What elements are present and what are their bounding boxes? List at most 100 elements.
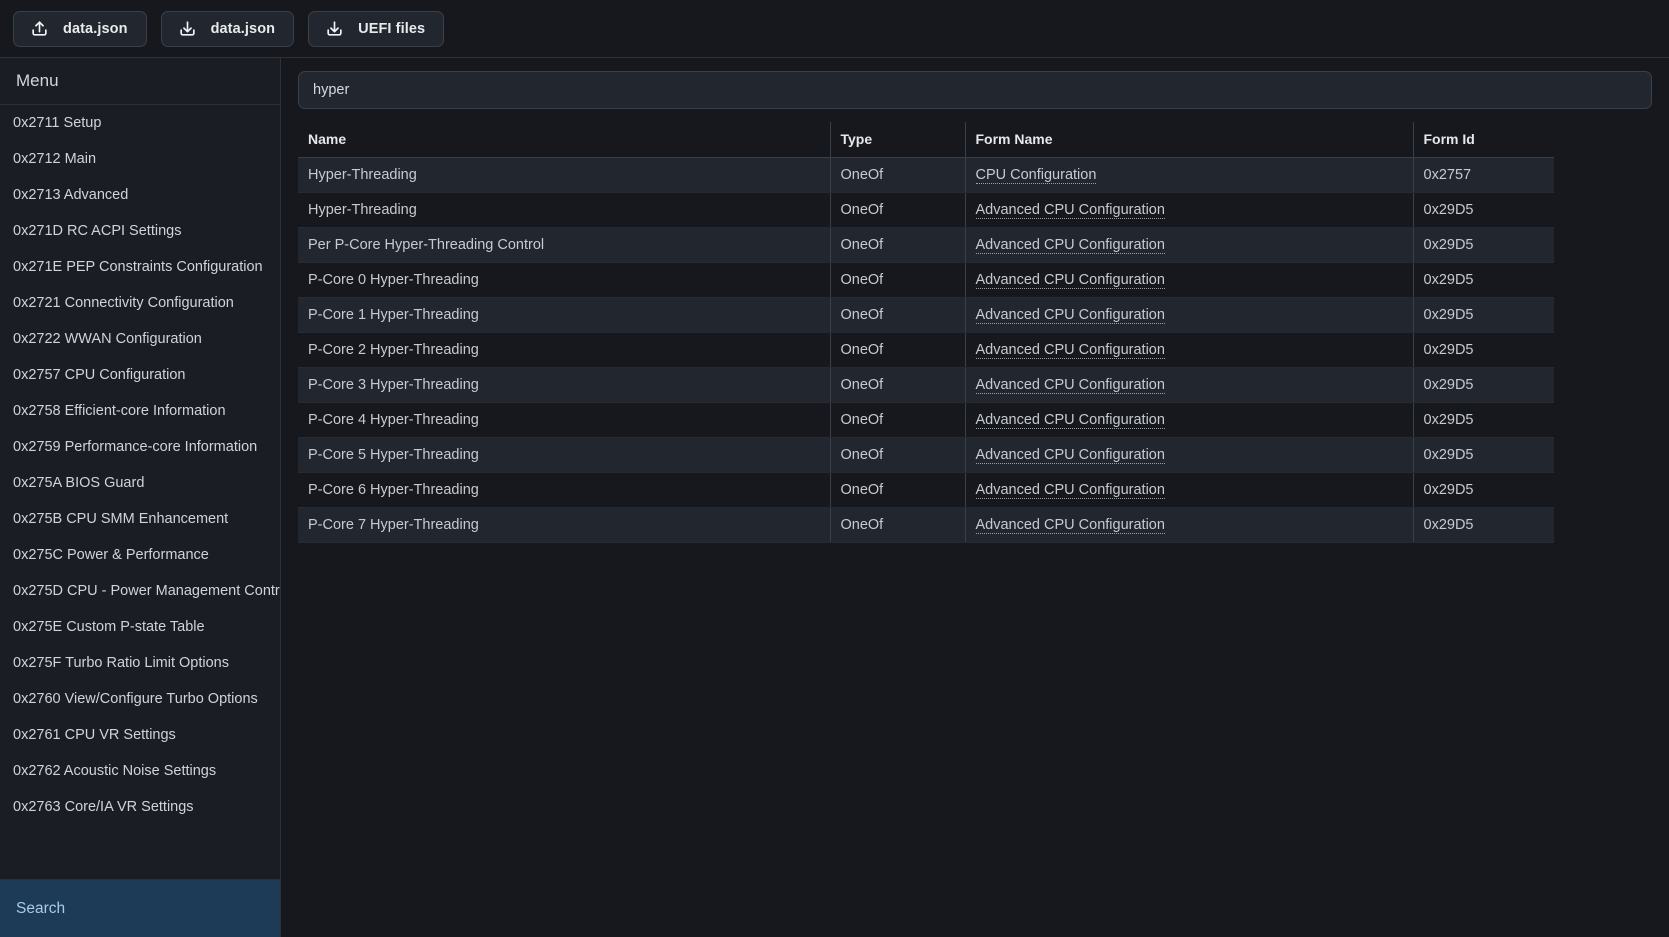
sidebar-item[interactable]: 0x2721 Connectivity Configuration — [0, 285, 280, 321]
sidebar-item[interactable]: 0x2711 Setup — [0, 105, 280, 141]
download-icon — [325, 19, 344, 38]
cell-form-name: Advanced CPU Configuration — [964, 192, 1413, 228]
form-name-link[interactable]: Advanced CPU Configuration — [975, 447, 1165, 464]
results-table: Name Type Form Name Form Id Hyper-Thread… — [298, 122, 1554, 543]
cell-form-id: 0x29D5 — [1412, 507, 1554, 543]
column-header-form-name[interactable]: Form Name — [964, 122, 1413, 158]
cell-type: OneOf — [829, 262, 965, 298]
sidebar-item-label: 0x275D CPU - Power Management Control — [13, 583, 280, 599]
table-row[interactable]: P-Core 3 Hyper-Threading OneOf Advanced CP… — [298, 367, 1554, 403]
sidebar-item-label: Search — [16, 899, 66, 917]
sidebar-item-label: 0x2722 WWAN Configuration — [13, 331, 202, 347]
sidebar-item[interactable]: 0x2761 CPU VR Settings — [0, 717, 280, 753]
table-header-row: Name Type Form Name Form Id — [298, 122, 1554, 158]
cell-form-id: 0x29D5 — [1412, 472, 1554, 508]
form-name-link[interactable]: Advanced CPU Configuration — [975, 482, 1165, 499]
sidebar-item[interactable]: 0x2713 Advanced — [0, 177, 280, 213]
cell-type: OneOf — [829, 507, 965, 543]
sidebar-footer: Search — [0, 879, 280, 937]
sidebar-item[interactable]: 0x275B CPU SMM Enhancement — [0, 501, 280, 537]
column-header-form-id[interactable]: Form Id — [1412, 122, 1554, 158]
table-row[interactable]: P-Core 2 Hyper-Threading OneOf Advanced CP… — [298, 332, 1554, 368]
cell-form-id: 0x29D5 — [1412, 437, 1554, 473]
sidebar-item[interactable]: 0x2758 Efficient-core Information — [0, 393, 280, 429]
cell-form-name: CPU Configuration — [964, 157, 1413, 193]
cell-name: Hyper-Threading — [298, 192, 830, 228]
cell-form-id: 0x29D5 — [1412, 332, 1554, 368]
column-header-type[interactable]: Type — [829, 122, 965, 158]
cell-name: Per P-Core Hyper-Threading Control — [298, 227, 830, 263]
table-row[interactable]: Hyper-Threading OneOf Advanced CPU Configu… — [298, 192, 1554, 228]
sidebar-item[interactable]: 0x275E Custom P-state Table — [0, 609, 280, 645]
sidebar-item[interactable]: 0x275D CPU - Power Management Control — [0, 573, 280, 609]
sidebar-item-label: 0x2761 CPU VR Settings — [13, 727, 176, 743]
cell-form-name: Advanced CPU Configuration — [964, 262, 1413, 298]
table-row[interactable]: P-Core 0 Hyper-Threading OneOf Advanced CP… — [298, 262, 1554, 298]
sidebar-item[interactable]: 0x271E PEP Constraints Configuration — [0, 249, 280, 285]
sidebar-menu-list: 0x2711 Setup 0x2712 Main 0x2713 Advanced 0x… — [0, 105, 280, 825]
sidebar-item-label: 0x271E PEP Constraints Configuration — [13, 259, 263, 275]
form-name-link[interactable]: Advanced CPU Configuration — [975, 377, 1165, 394]
sidebar-item-label: 0x275A BIOS Guard — [13, 475, 145, 491]
sidebar-item-label: 0x2711 Setup — [13, 115, 102, 131]
upload-icon — [30, 19, 49, 38]
results-table-body: Hyper-Threading OneOf CPU Configuration 0x2… — [298, 157, 1554, 543]
sidebar-item[interactable]: 0x2763 Core/IA VR Settings — [0, 789, 280, 825]
export-uefi-files-button[interactable]: UEFI files — [308, 10, 445, 47]
cell-form-name: Advanced CPU Configuration — [964, 402, 1413, 438]
sidebar-item[interactable]: 0x275A BIOS Guard — [0, 465, 280, 501]
cell-type: OneOf — [829, 472, 965, 508]
sidebar-item[interactable]: 0x2722 WWAN Configuration — [0, 321, 280, 357]
form-name-link[interactable]: Advanced CPU Configuration — [975, 517, 1165, 534]
search-input[interactable] — [298, 71, 1652, 109]
sidebar-header: Menu — [0, 58, 280, 105]
sidebar-item-label: 0x275C Power & Performance — [13, 547, 209, 563]
form-name-link[interactable]: CPU Configuration — [975, 167, 1097, 184]
cell-type: OneOf — [829, 227, 965, 263]
sidebar-item-label: 0x275E Custom P-state Table — [13, 619, 205, 635]
column-header-name[interactable]: Name — [298, 122, 830, 158]
sidebar-item-label: 0x2763 Core/IA VR Settings — [13, 799, 194, 815]
sidebar-item[interactable]: 0x2760 View/Configure Turbo Options — [0, 681, 280, 717]
sidebar-item[interactable]: 0x271D RC ACPI Settings — [0, 213, 280, 249]
sidebar-item-label: 0x2758 Efficient-core Information — [13, 403, 226, 419]
sidebar-item[interactable]: 0x275F Turbo Ratio Limit Options — [0, 645, 280, 681]
form-name-link[interactable]: Advanced CPU Configuration — [975, 237, 1165, 254]
import-data-json-button[interactable]: data.json — [13, 10, 147, 47]
cell-form-name: Advanced CPU Configuration — [964, 332, 1413, 368]
sidebar-item[interactable]: 0x2712 Main — [0, 141, 280, 177]
sidebar-item[interactable]: 0x2759 Performance-core Information — [0, 429, 280, 465]
sidebar-item[interactable]: 0x2762 Acoustic Noise Settings — [0, 753, 280, 789]
sidebar-item-label: 0x2762 Acoustic Noise Settings — [13, 763, 217, 779]
sidebar-item-label: 0x2760 View/Configure Turbo Options — [13, 691, 258, 707]
cell-type: OneOf — [829, 367, 965, 403]
form-name-link[interactable]: Advanced CPU Configuration — [975, 412, 1165, 429]
table-row[interactable]: P-Core 4 Hyper-Threading OneOf Advanced CP… — [298, 402, 1554, 438]
download-icon — [178, 19, 197, 38]
sidebar-item-label: 0x2712 Main — [13, 151, 97, 167]
cell-form-id: 0x29D5 — [1412, 262, 1554, 298]
cell-form-id: 0x29D5 — [1412, 367, 1554, 403]
cell-form-name: Advanced CPU Configuration — [964, 227, 1413, 263]
sidebar-item-label: 0x2757 CPU Configuration — [13, 367, 186, 383]
table-row[interactable]: Per P-Core Hyper-Threading Control OneOf A… — [298, 227, 1554, 263]
form-name-link[interactable]: Advanced CPU Configuration — [975, 202, 1165, 219]
table-row[interactable]: Hyper-Threading OneOf CPU Configuration 0x2… — [298, 157, 1554, 193]
form-name-link[interactable]: Advanced CPU Configuration — [975, 342, 1165, 359]
export-data-json-button[interactable]: data.json — [160, 10, 295, 47]
sidebar-item-label: 0x2721 Connectivity Configuration — [13, 295, 234, 311]
cell-name: P-Core 6 Hyper-Threading — [298, 472, 830, 508]
sidebar-item-label: 0x271D RC ACPI Settings — [13, 223, 182, 239]
cell-type: OneOf — [829, 297, 965, 333]
sidebar-scroll-area[interactable]: 0x2711 Setup 0x2712 Main 0x2713 Advanced 0x… — [0, 105, 280, 879]
table-row[interactable]: P-Core 6 Hyper-Threading OneOf Advanced CP… — [298, 472, 1554, 508]
form-name-link[interactable]: Advanced CPU Configuration — [975, 307, 1165, 324]
form-name-link[interactable]: Advanced CPU Configuration — [975, 272, 1165, 289]
sidebar-item[interactable]: 0x2757 CPU Configuration — [0, 357, 280, 393]
table-row[interactable]: P-Core 1 Hyper-Threading OneOf Advanced CP… — [298, 297, 1554, 333]
sidebar-item-search[interactable]: Search — [0, 880, 280, 937]
table-row[interactable]: P-Core 7 Hyper-Threading OneOf Advanced CP… — [298, 507, 1554, 543]
sidebar-item[interactable]: 0x275C Power & Performance — [0, 537, 280, 573]
table-row[interactable]: P-Core 5 Hyper-Threading OneOf Advanced CP… — [298, 437, 1554, 473]
cell-type: OneOf — [829, 192, 965, 228]
